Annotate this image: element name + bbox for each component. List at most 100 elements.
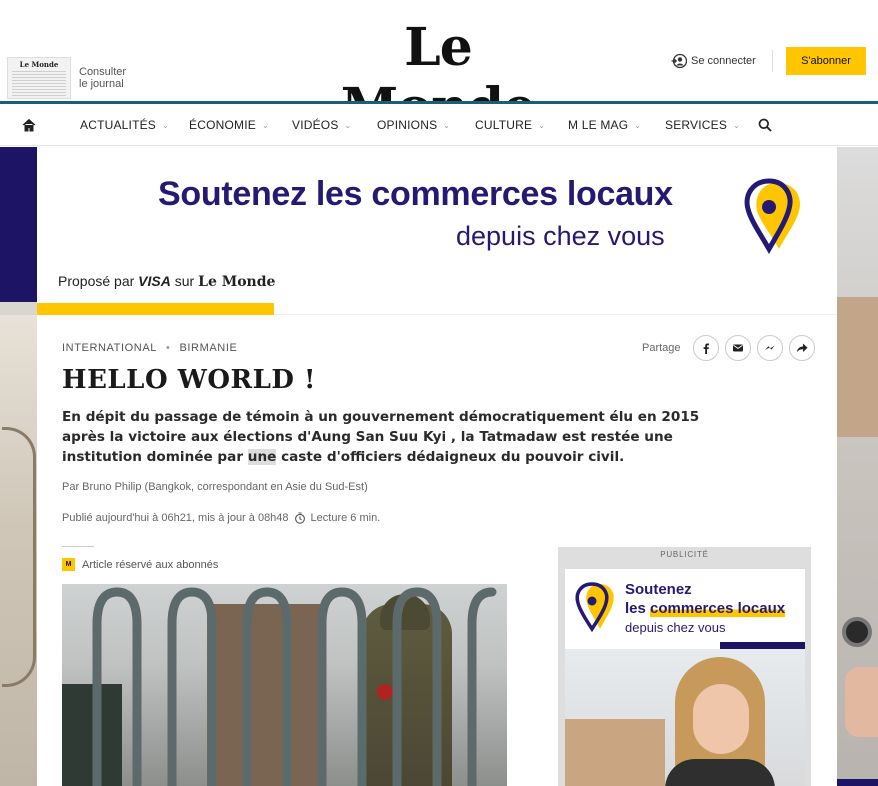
text-selection: une: [247, 449, 277, 465]
nav-item-label: ÉCONOMIE: [189, 118, 256, 132]
nav-item-label: OPINIONS: [377, 118, 438, 132]
share-bar: Partage: [642, 335, 815, 361]
visa-logo: VISA: [138, 273, 171, 289]
nav-item-culture[interactable]: CULTURE ⌄: [475, 118, 545, 132]
banner-ad-attribution-mid: sur: [170, 273, 199, 289]
skin-right-hand: [845, 667, 878, 737]
share-more-button[interactable]: [788, 335, 815, 361]
journal-link-line2: le journal: [79, 78, 124, 90]
banner-ad-attribution: Proposé par VISA sur Le Monde: [58, 273, 275, 290]
chevron-down-icon: ⌄: [443, 120, 451, 130]
banner-ad-highlight: commerces locaux: [371, 175, 673, 213]
skin-right-device: [842, 617, 872, 647]
journal-link-line1: Consulter: [79, 66, 127, 78]
ad-label: PUBLICITÉ: [660, 550, 709, 559]
sidebar-ad-line3: depuis chez vous: [625, 620, 726, 635]
article-description-text-end: caste d'officiers dédaigneux du pouvoir …: [276, 449, 625, 465]
subscriber-only-label: Article réservé aux abonnés: [82, 558, 219, 571]
chevron-down-icon: ⌄: [634, 120, 642, 130]
header-divider: [772, 50, 773, 72]
sidebar-ad-line2: les commerces locaux: [625, 600, 786, 617]
article-image[interactable]: [62, 584, 507, 786]
facebook-icon: [703, 343, 709, 354]
sidebar-ad-photo: [565, 649, 805, 786]
messenger-icon: [764, 345, 775, 350]
journal-thumbnail[interactable]: Le Monde: [7, 57, 71, 99]
nav-item-label: M LE MAG: [568, 118, 629, 132]
timer-icon: [294, 512, 305, 524]
email-icon: [732, 344, 743, 352]
journal-link[interactable]: Consulter le journal: [79, 66, 126, 90]
nav-item-services[interactable]: SERVICES ⌄: [665, 118, 740, 132]
banner-ad-headline-prefix: Soutenez les: [158, 175, 372, 213]
main-content: Soutenez les commerces locaux depuis che…: [37, 147, 837, 786]
share-label: Partage: [642, 342, 681, 354]
sidebar-ad-navy-bar: [720, 642, 805, 649]
main-nav: ACTUALITÉS ⌄ ÉCONOMIE ⌄ VIDÉOS ⌄ OPINIONS ⌄ …: [0, 104, 878, 146]
subscribe-button[interactable]: S'abonner: [786, 47, 866, 75]
sidebar-ad-card: Soutenez les commerces locaux depuis che…: [565, 569, 805, 649]
image-gate-bars: [92, 587, 497, 786]
banner-ad-highlight-text: commerces locaux: [371, 175, 673, 213]
sidebar-ad-photo-face: [693, 684, 749, 754]
login-link[interactable]: Se connecter: [671, 53, 756, 69]
nav-item-m-le-mag[interactable]: M LE MAG ⌄: [568, 118, 641, 132]
chevron-down-icon: ⌄: [344, 120, 352, 130]
banner-ad-attribution-prefix: Proposé par: [58, 273, 139, 289]
chevron-down-icon: ⌄: [538, 120, 546, 130]
home-icon[interactable]: [22, 118, 36, 132]
le-monde-small-logo: Le Monde: [198, 274, 276, 290]
login-label: Se connecter: [691, 55, 756, 67]
breadcrumb: INTERNATIONAL • BIRMANIE: [62, 342, 237, 354]
sidebar-ad-photo-shirt: [665, 759, 775, 786]
banner-ad-yellow-bar: [37, 303, 274, 315]
nav-item-opinions[interactable]: OPINIONS ⌄: [377, 118, 450, 132]
share-facebook-button[interactable]: [692, 335, 719, 361]
user-icon: [671, 53, 687, 69]
skin-right-boxes: [837, 297, 878, 437]
breadcrumb-separator: •: [166, 342, 171, 354]
skin-left-frame: [2, 427, 36, 687]
article-title: HELLO WORLD !: [62, 365, 316, 395]
chevron-down-icon: ⌄: [733, 120, 740, 130]
journal-thumbnail-title: Le Monde: [19, 60, 59, 69]
subscriber-badge-icon: M: [62, 558, 75, 571]
breadcrumb-subsection[interactable]: BIRMANIE: [179, 342, 237, 354]
nav-item-economie[interactable]: ÉCONOMIE ⌄: [189, 118, 269, 132]
subscriber-only-notice: M Article réservé aux abonnés: [62, 558, 218, 571]
journal-thumbnail-lines: [12, 71, 66, 97]
sidebar-ad-photo-boxes: [565, 719, 665, 786]
divider: [62, 546, 94, 547]
skin-right-navy-bar: [837, 779, 878, 786]
share-email-button[interactable]: [724, 335, 751, 361]
skin-left-purple-band: [0, 147, 37, 302]
sidebar-ad[interactable]: PUBLICITÉ Soutenez les commerces locaux …: [558, 547, 811, 786]
publish-date: Publié aujourd'hui à 06h21, mis à jour à…: [62, 512, 289, 524]
le-monde-logo[interactable]: Le Monde: [324, 18, 552, 138]
background-skin-right[interactable]: [837, 147, 878, 786]
banner-ad-subline: depuis chez vous: [456, 221, 665, 251]
article-description: En dépit du passage de témoin à un gouve…: [62, 407, 712, 467]
nav-item-label: CULTURE: [475, 118, 533, 132]
share-arrow-icon: [796, 343, 808, 353]
breadcrumb-section[interactable]: INTERNATIONAL: [62, 342, 157, 354]
nav-item-label: ACTUALITÉS: [80, 118, 157, 132]
banner-ad[interactable]: Soutenez les commerces locaux depuis che…: [37, 147, 837, 315]
sidebar-ad-line1: Soutenez: [625, 581, 692, 598]
nav-item-label: VIDÉOS: [292, 118, 339, 132]
chevron-down-icon: ⌄: [162, 120, 169, 130]
site-header: Le Monde Consulter le journal Le Monde S…: [0, 0, 878, 138]
read-time: Lecture 6 min.: [310, 512, 381, 524]
nav-item-label: SERVICES: [665, 118, 728, 132]
article-meta: Publié aujourd'hui à 06h21, mis à jour à…: [62, 512, 380, 524]
share-messenger-button[interactable]: [756, 335, 783, 361]
search-icon[interactable]: [758, 118, 772, 132]
article-author: Par Bruno Philip (Bangkok, correspondant…: [62, 481, 368, 493]
chevron-down-icon: ⌄: [261, 120, 269, 130]
location-pin-icon: [575, 582, 614, 633]
background-skin-left[interactable]: [0, 147, 37, 786]
banner-ad-headline: Soutenez les commerces locaux: [158, 175, 673, 214]
nav-item-videos[interactable]: VIDÉOS ⌄: [292, 118, 351, 132]
nav-item-actualites[interactable]: ACTUALITÉS ⌄: [80, 118, 169, 132]
sidebar-ad-highlight: commerces locaux: [650, 600, 786, 617]
